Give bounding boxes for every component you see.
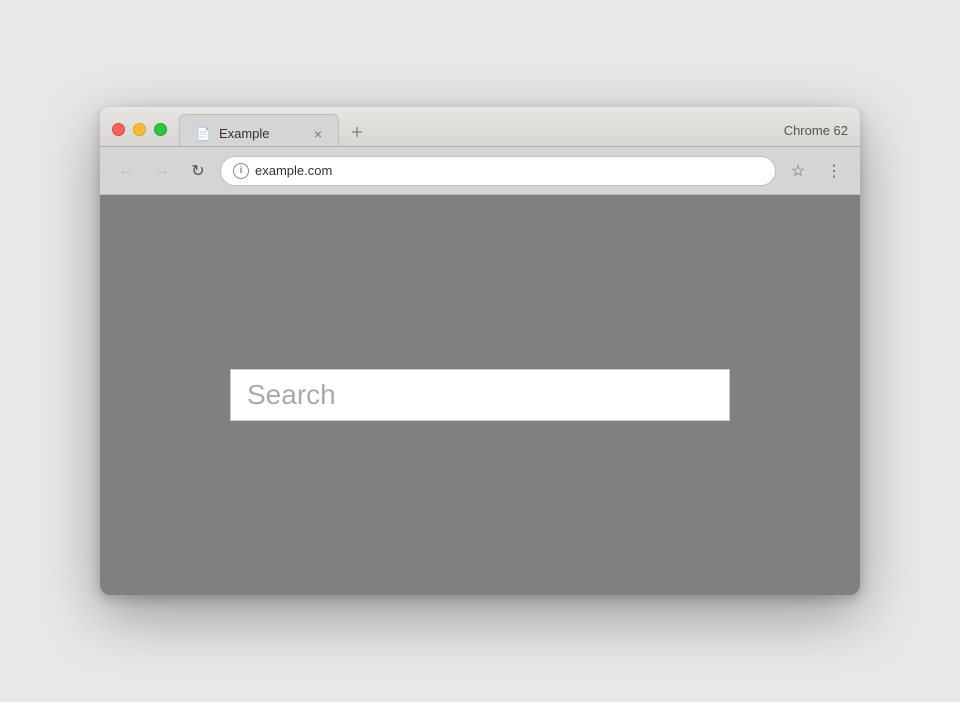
page-content [100, 195, 860, 595]
url-text: example.com [255, 163, 763, 178]
chrome-version-label: Chrome 62 [784, 123, 848, 146]
info-icon: i [233, 163, 249, 179]
browser-window: 📄 Example × Chrome 62 ← → ↻ i example.co… [100, 107, 860, 595]
nav-bar: ← → ↻ i example.com ☆ ⋮ [100, 147, 860, 195]
forward-button[interactable]: → [148, 157, 176, 185]
bookmark-button[interactable]: ☆ [784, 157, 812, 185]
address-bar[interactable]: i example.com [220, 156, 776, 186]
title-bar: 📄 Example × Chrome 62 [100, 107, 860, 147]
tab-title: Example [219, 126, 306, 141]
search-input[interactable] [230, 369, 730, 421]
minimize-button[interactable] [133, 123, 146, 136]
reload-button[interactable]: ↻ [184, 157, 212, 185]
menu-button[interactable]: ⋮ [820, 157, 848, 185]
window-controls [112, 123, 167, 146]
new-tab-icon [351, 126, 363, 138]
maximize-button[interactable] [154, 123, 167, 136]
tab-page-icon: 📄 [196, 127, 211, 141]
tabs-area: 📄 Example × [179, 114, 784, 146]
back-button[interactable]: ← [112, 157, 140, 185]
new-tab-button[interactable] [343, 120, 371, 144]
close-button[interactable] [112, 123, 125, 136]
active-tab[interactable]: 📄 Example × [179, 114, 339, 146]
tab-close-icon[interactable]: × [314, 127, 322, 141]
